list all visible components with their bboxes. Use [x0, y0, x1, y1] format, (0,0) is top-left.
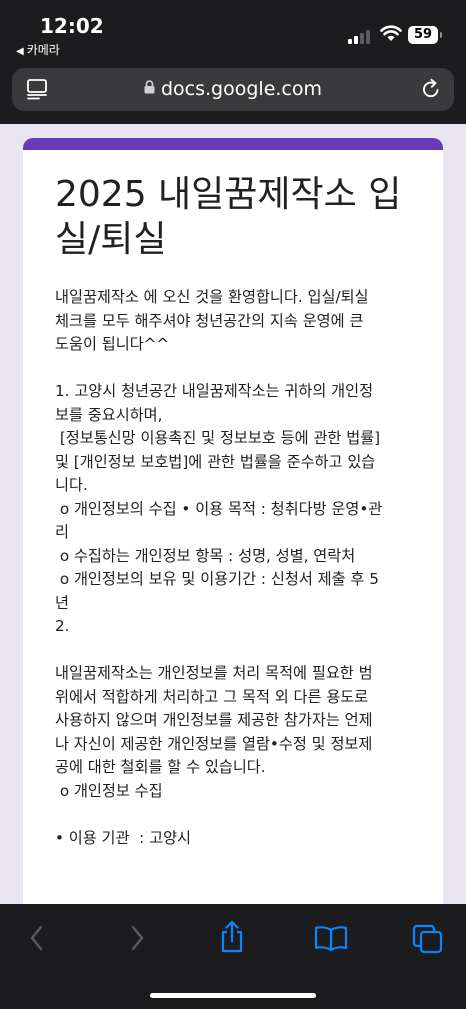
form-title: 2025 내일꿈제작소 입실/퇴실: [55, 174, 402, 260]
form-description: 내일꿈제작소 에 오신 것을 환영합니다. 입실/퇴실체크를 모두 해주셔야 청…: [55, 286, 420, 850]
description-line: o 수집하는 개인정보 항목 : 성명, 성별, 연락처: [55, 546, 356, 565]
url-display[interactable]: docs.google.com: [12, 78, 454, 100]
reload-icon[interactable]: [420, 78, 442, 100]
description-line: o 개인정보의 수집 • 이용 목적 : 청취다방 운영•관: [55, 499, 383, 518]
back-app-label: 카메라: [26, 43, 60, 57]
description-line: 내일꿈제작소 에 오신 것을 환영합니다. 입실/퇴실: [55, 288, 369, 306]
status-time: 12:02: [40, 14, 104, 38]
description-line: 나 자신이 제공한 개인정보를 열람•수정 및 정보제: [55, 734, 373, 753]
battery-indicator: 59: [408, 26, 442, 44]
url-text: docs.google.com: [160, 78, 323, 100]
description-line: [55, 639, 420, 663]
description-line: 보를 중요시하며,: [55, 405, 163, 424]
description-line: 사용하지 않으며 개인정보를 제공한 참가자는 언제: [55, 711, 373, 729]
description-line: 및 [개인정보 보호법]에 관한 법률을 준수하고 있습: [55, 452, 376, 471]
description-line: [정보통신망 이용촉진 및 정보보호 등에 관한 법률]: [55, 429, 381, 447]
description-line: 리: [55, 523, 69, 541]
forward-icon[interactable]: [128, 924, 146, 952]
description-line: o 개인정보의 보유 및 이용기간 : 신청서 제출 후 5: [55, 570, 379, 588]
back-icon[interactable]: [28, 924, 46, 952]
description-line: o 개인정보 수집: [55, 781, 163, 800]
cellular-signal-icon: [348, 29, 372, 44]
tabs-icon[interactable]: [412, 924, 444, 954]
form-header-card: 2025 내일꿈제작소 입실/퇴실 내일꿈제작소 에 오신 것을 환영합니다. …: [23, 138, 443, 918]
wifi-icon: [380, 25, 402, 41]
description-line: [55, 803, 420, 827]
description-line: [55, 357, 420, 381]
bookmarks-icon[interactable]: [314, 924, 348, 952]
description-line: 1. 고양시 청년공간 내일꿈제작소는 귀하의 개인정: [55, 382, 374, 400]
back-to-app-link[interactable]: ◀ 카메라: [16, 41, 60, 58]
back-triangle-icon: ◀: [16, 46, 24, 57]
description-line: 체크를 모두 해주셔야 청년공간의 지속 운영에 큰: [55, 311, 364, 330]
home-indicator[interactable]: [150, 993, 316, 998]
description-line: • 이용 기관 : 고양시: [55, 828, 192, 847]
lock-icon: [144, 80, 155, 94]
description-line: 공에 대한 철회를 할 수 있습니다.: [55, 758, 266, 776]
description-line: 위에서 적합하게 처리하고 그 목적 외 다른 용도로: [55, 687, 369, 706]
address-bar[interactable]: docs.google.com: [12, 68, 454, 111]
description-line: 니다.: [55, 476, 88, 494]
description-line: 년: [55, 593, 69, 612]
form-accent-bar: [23, 138, 443, 150]
browser-chrome: 12:02 ◀ 카메라 59 docs.google.com: [0, 0, 466, 124]
share-icon[interactable]: [218, 920, 246, 954]
description-line: 도움이 됩니다^^: [55, 335, 170, 353]
description-line: 2.: [55, 617, 70, 635]
description-line: 내일꿈제작소는 개인정보를 처리 목적에 필요한 범: [55, 664, 373, 682]
